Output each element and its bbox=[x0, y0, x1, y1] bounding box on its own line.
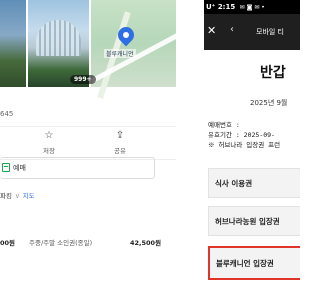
ticket-label: 식사 이용권 bbox=[215, 179, 253, 188]
place-photo-1[interactable] bbox=[0, 0, 26, 87]
price-right: 42,500원 bbox=[130, 239, 162, 247]
status-time: U⁺ 2:15 bbox=[206, 3, 236, 11]
save-label: 저장 bbox=[43, 147, 55, 155]
ticket-item-highlighted[interactable]: 블루캐니언 입장권 bbox=[208, 246, 300, 280]
calendar-icon bbox=[2, 163, 10, 172]
mobile-ticket-screen: U⁺ 2:15 ✉ ◙ ✉ • ✕ ‹ 모바일 티 반갑 2025년 9월 예매… bbox=[204, 0, 300, 300]
map-link[interactable]: 지도 bbox=[23, 192, 35, 200]
ticket-description: 주중/주말 소인권(종일) bbox=[29, 239, 93, 247]
notification-icons: ✉ ◙ ✉ • bbox=[239, 4, 265, 11]
dome-structure bbox=[36, 20, 81, 56]
ticket-label: 블루캐니언 입장권 bbox=[216, 259, 274, 268]
validity-period: 유효기간 : 2025-09- bbox=[208, 131, 275, 139]
map-thumbnail[interactable] bbox=[90, 0, 176, 99]
welcome-heading: 반갑 bbox=[260, 65, 286, 81]
booking-info: 예매번호 : 유효기간 : 2025-09- ※ 허브나라 입장권 프런 bbox=[208, 120, 280, 150]
booking-label: 예매 bbox=[13, 164, 26, 172]
close-icon[interactable]: ✕ bbox=[207, 24, 216, 37]
parking-link[interactable]: 파킹 bbox=[0, 192, 12, 200]
save-button[interactable]: ☆ 저장 bbox=[29, 130, 69, 155]
place-photo-2[interactable] bbox=[28, 0, 89, 87]
share-icon: ⇪ bbox=[115, 130, 125, 141]
info-links: 파킹 ∨ 지도 bbox=[0, 190, 35, 200]
map-pin-label: 블루캐니언 bbox=[104, 49, 136, 58]
star-outline-icon: ☆ bbox=[44, 130, 54, 141]
phone-number[interactable]: 645 bbox=[0, 110, 13, 118]
price-left: 00원 bbox=[0, 239, 16, 247]
status-bar: U⁺ 2:15 ✉ ◙ ✉ • bbox=[204, 0, 300, 14]
app-bar-title: 모바일 티 bbox=[256, 28, 284, 36]
action-bar: ☆ 저장 ⇪ 공유 bbox=[0, 126, 176, 160]
app-bar: ✕ ‹ 모바일 티 bbox=[204, 14, 300, 50]
ticket-label: 허브나라농원 입장권 bbox=[215, 217, 280, 226]
ticket-item[interactable]: 식사 이용권 bbox=[208, 168, 300, 198]
expand-chevron-icon[interactable]: ∨ bbox=[15, 192, 20, 200]
photo-count-badge[interactable]: 999+ bbox=[70, 75, 96, 84]
share-button[interactable]: ⇪ 공유 bbox=[100, 130, 140, 155]
ticket-item[interactable]: 허브나라농원 입장권 bbox=[208, 206, 300, 236]
booking-number: 예매번호 : bbox=[208, 121, 240, 129]
notice-text: ※ 허브나라 입장권 프런 bbox=[208, 141, 281, 149]
place-detail-panel: 블루캐니언 999+ 645 ☆ 저장 ⇪ 공유 예매 파킹 ∨ 지도 00원 주중… bbox=[0, 0, 176, 300]
share-label: 공유 bbox=[114, 147, 126, 155]
booking-button[interactable]: 예매 bbox=[0, 157, 155, 179]
chevron-left-icon[interactable]: ‹ bbox=[230, 24, 234, 35]
booking-date: 2025년 9월 bbox=[250, 99, 288, 107]
photo-strip[interactable]: 블루캐니언 999+ bbox=[0, 0, 176, 99]
